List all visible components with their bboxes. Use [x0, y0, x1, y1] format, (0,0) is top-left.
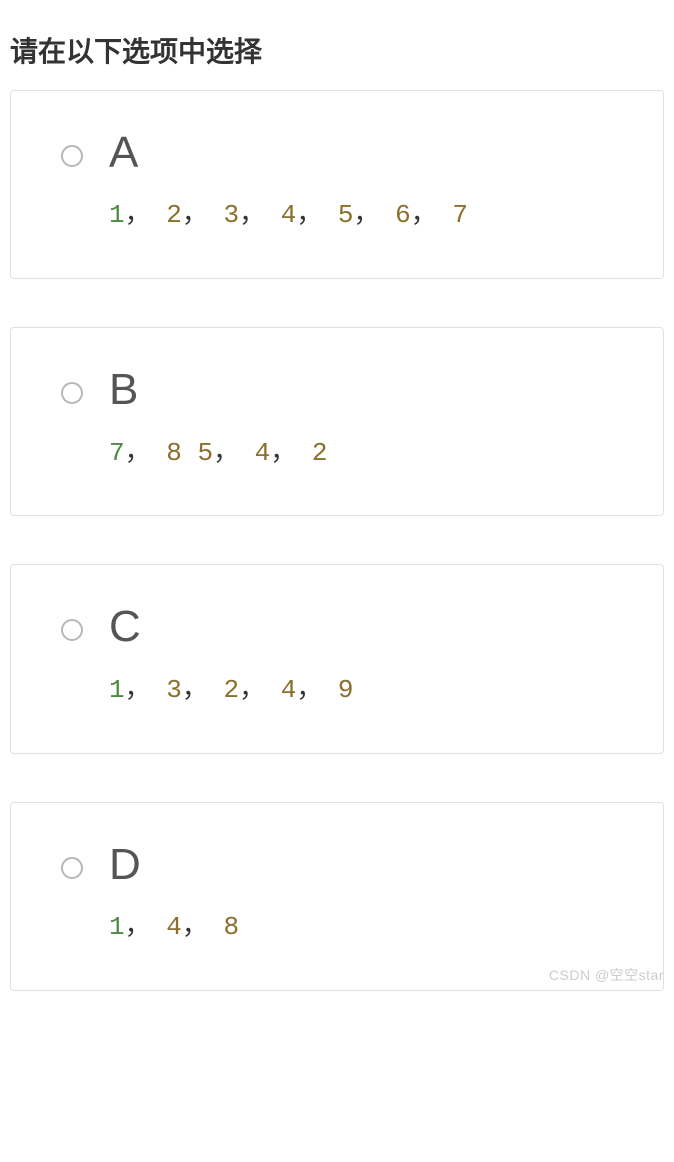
- option-card-b[interactable]: B 7， 8 5， 4， 2: [10, 327, 664, 516]
- option-code: 7， 8 5， 4， 2: [109, 437, 613, 471]
- radio-icon[interactable]: [61, 619, 83, 641]
- option-code: 1， 3， 2， 4， 9: [109, 674, 613, 708]
- option-code: 1， 2， 3， 4， 5， 6， 7: [109, 199, 613, 233]
- option-content: B 7， 8 5， 4， 2: [109, 366, 613, 470]
- option-content: A 1， 2， 3， 4， 5， 6， 7: [109, 129, 613, 233]
- radio-icon[interactable]: [61, 382, 83, 404]
- option-code: 1， 4， 8: [109, 911, 613, 945]
- options-list: A 1， 2， 3， 4， 5， 6， 7 B 7， 8 5， 4， 2 C 1， 3， …: [10, 90, 664, 991]
- watermark-text: CSDN @空空star: [549, 965, 664, 985]
- option-letter: D: [109, 841, 613, 889]
- question-title: 请在以下选项中选择: [10, 0, 664, 90]
- option-letter: C: [109, 603, 613, 651]
- radio-icon[interactable]: [61, 145, 83, 167]
- option-content: C 1， 3， 2， 4， 9: [109, 603, 613, 707]
- option-content: D 1， 4， 8: [109, 841, 613, 945]
- option-card-a[interactable]: A 1， 2， 3， 4， 5， 6， 7: [10, 90, 664, 279]
- option-card-c[interactable]: C 1， 3， 2， 4， 9: [10, 564, 664, 753]
- option-letter: B: [109, 366, 613, 414]
- option-card-d[interactable]: D 1， 4， 8: [10, 802, 664, 991]
- option-letter: A: [109, 129, 613, 177]
- radio-icon[interactable]: [61, 857, 83, 879]
